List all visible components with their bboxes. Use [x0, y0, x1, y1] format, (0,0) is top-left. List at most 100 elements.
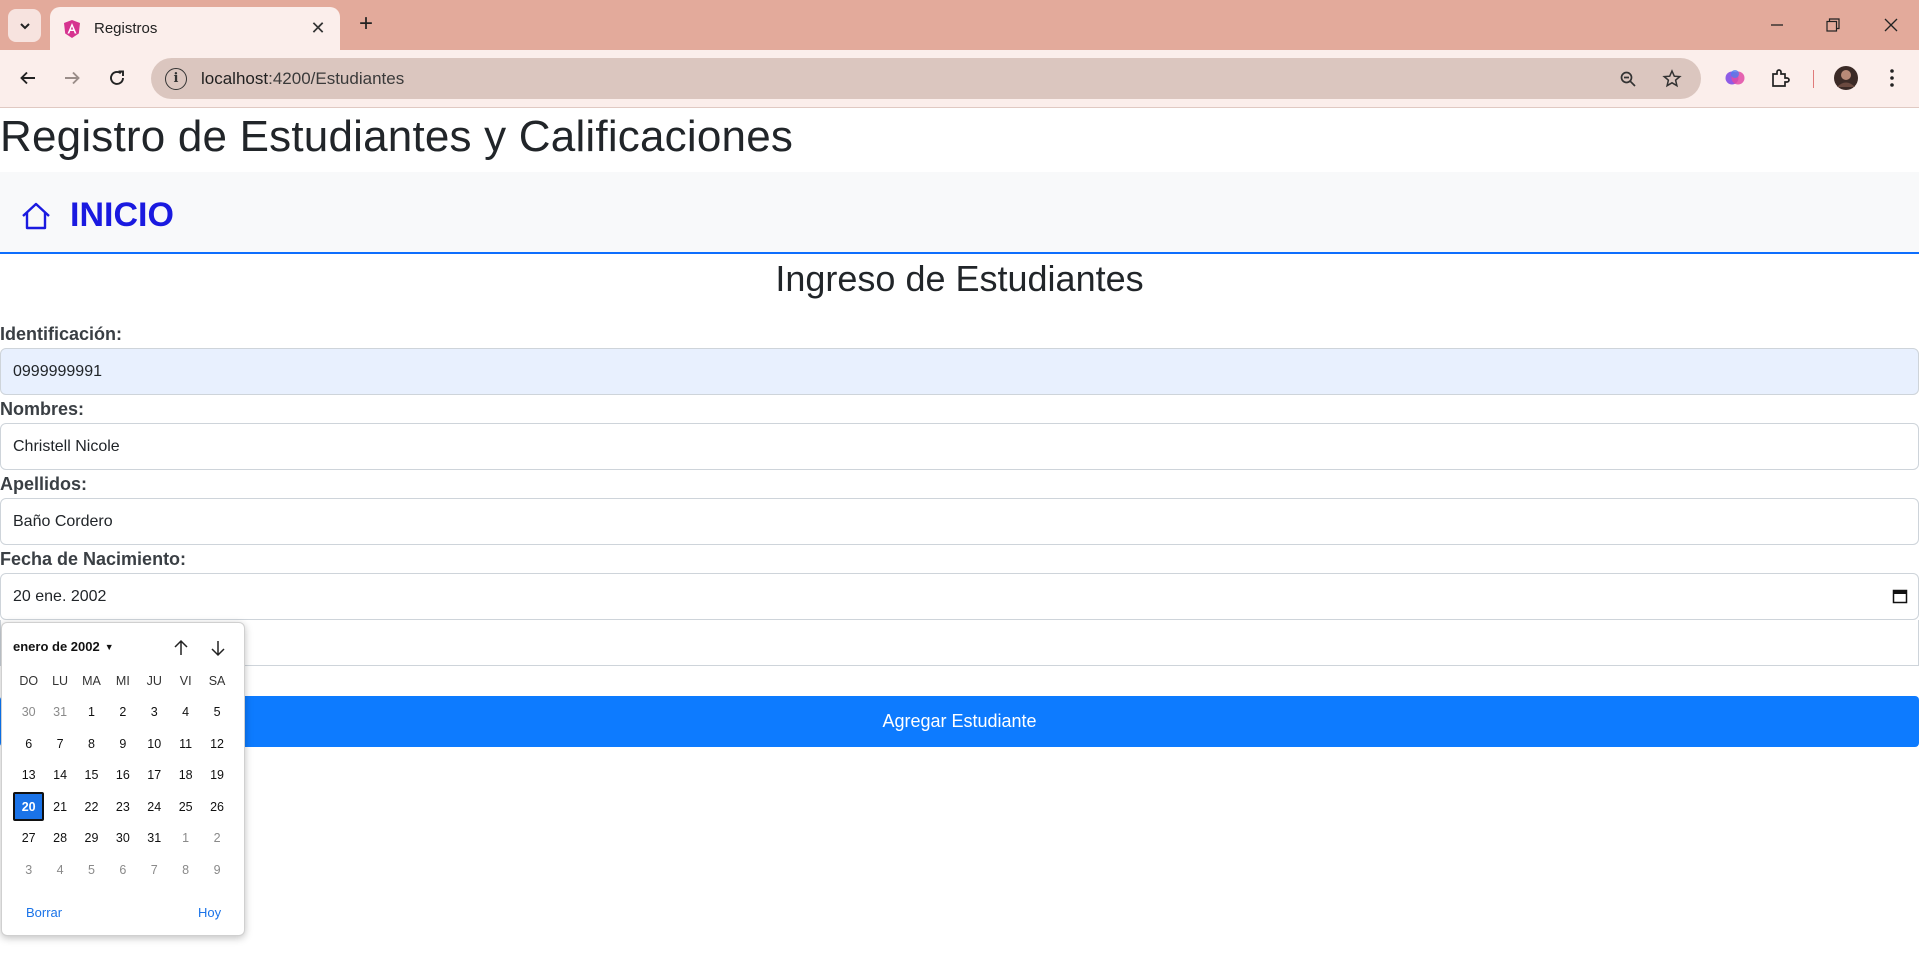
calendar-day[interactable]: 31 — [139, 824, 170, 853]
restore-icon[interactable] — [1810, 10, 1856, 40]
weekday-header: LU — [52, 673, 69, 688]
birthdate-input[interactable]: 20 ene. 2002 — [0, 573, 1919, 620]
calendar-day[interactable]: 8 — [170, 855, 201, 884]
calendar-day[interactable]: 11 — [170, 729, 201, 758]
date-picker-popup: enero de 2002 ▼ DO LU MA MI JU VI SA 30 31 1 2 3 4 5… — [1, 622, 245, 936]
weekday-header: VI — [179, 673, 192, 688]
site-info-icon[interactable]: i — [165, 67, 187, 90]
calendar-day[interactable]: 7 — [44, 729, 75, 758]
calendar-day[interactable]: 9 — [107, 729, 138, 758]
calendar-day[interactable]: 1 — [170, 824, 201, 853]
calendar-day[interactable]: 15 — [76, 761, 107, 790]
previous-month-arrow-icon[interactable] — [168, 635, 194, 661]
calendar-day[interactable]: 5 — [76, 855, 107, 884]
calendar-week-row: 13 14 15 16 17 18 19 — [13, 760, 233, 792]
lastnames-input[interactable]: Baño Cordero — [0, 498, 1919, 545]
page-title: Registro de Estudiantes y Calificaciones — [0, 112, 794, 161]
calendar-day[interactable]: 10 — [139, 729, 170, 758]
calendar-day[interactable]: 1 — [76, 698, 107, 727]
zoom-icon[interactable] — [1613, 64, 1643, 94]
birthdate-value: 20 ene. 2002 — [13, 587, 107, 605]
bookmark-star-icon[interactable] — [1657, 64, 1687, 94]
select-field[interactable] — [0, 620, 1919, 666]
calendar-day[interactable]: 31 — [44, 698, 75, 727]
calendar-day[interactable]: 12 — [201, 729, 232, 758]
weekday-header: MI — [115, 673, 130, 688]
calendar-day[interactable]: 18 — [170, 761, 201, 790]
browser-tab-bar: Registros ✕ + — [0, 0, 1919, 50]
address-bar[interactable]: i localhost:4200/Estudiantes — [151, 58, 1701, 99]
add-student-button[interactable]: Agregar Estudiante — [0, 696, 1919, 747]
calendar-day[interactable]: 14 — [44, 761, 75, 790]
navbar: INICIO — [0, 172, 1919, 254]
calendar-week-row: 6 7 8 9 10 11 12 — [13, 728, 233, 760]
calendar-day[interactable]: 8 — [76, 729, 107, 758]
next-month-arrow-icon[interactable] — [205, 635, 231, 661]
new-tab-icon[interactable]: + — [352, 11, 380, 39]
address-url[interactable]: localhost:4200/Estudiantes — [201, 69, 1613, 89]
calendar-day[interactable]: 28 — [44, 824, 75, 853]
month-year-label: enero de 2002 — [13, 639, 100, 654]
extension-brain-icon[interactable] — [1719, 62, 1751, 94]
calendar-day[interactable]: 13 — [13, 761, 44, 790]
nav-home-label: INICIO — [70, 196, 174, 234]
calendar-day[interactable]: 6 — [13, 729, 44, 758]
calendar-day[interactable]: 23 — [107, 792, 138, 821]
calendar-day[interactable]: 26 — [201, 792, 232, 821]
home-icon — [22, 202, 50, 229]
clear-date-button[interactable]: Borrar — [26, 905, 62, 920]
calendar-day[interactable]: 22 — [76, 792, 107, 821]
calendar-day[interactable]: 9 — [201, 855, 232, 884]
calendar-day[interactable]: 30 — [13, 698, 44, 727]
calendar-day[interactable]: 3 — [13, 855, 44, 884]
calendar-day[interactable]: 2 — [201, 824, 232, 853]
calendar-day[interactable]: 2 — [107, 698, 138, 727]
forward-arrow-icon[interactable] — [56, 62, 88, 94]
calendar-day[interactable]: 6 — [107, 855, 138, 884]
extensions-puzzle-icon[interactable] — [1764, 62, 1796, 94]
browser-tab[interactable]: Registros ✕ — [50, 7, 340, 50]
month-year-selector[interactable]: enero de 2002 ▼ — [13, 639, 114, 654]
weekday-header: SA — [208, 673, 226, 688]
section-title: Ingreso de Estudiantes — [775, 258, 1144, 299]
calendar-day[interactable]: 27 — [13, 824, 44, 853]
calendar-day[interactable]: 30 — [107, 824, 138, 853]
minimize-icon[interactable] — [1754, 10, 1800, 40]
calendar-week-row: 3456789 — [13, 854, 233, 886]
tab-close-icon[interactable]: ✕ — [308, 18, 328, 39]
id-input[interactable]: 0999999991 — [0, 348, 1919, 395]
calendar-day[interactable]: 19 — [201, 761, 232, 790]
names-input[interactable]: Christell Nicole — [0, 423, 1919, 470]
calendar-day[interactable]: 17 — [139, 761, 170, 790]
caret-down-icon: ▼ — [104, 641, 114, 652]
more-menu-icon[interactable] — [1876, 62, 1908, 94]
today-button[interactable]: Hoy — [198, 905, 221, 920]
profile-avatar[interactable] — [1830, 62, 1862, 94]
calendar-day[interactable]: 25 — [170, 792, 201, 821]
id-label: Identificación: — [0, 324, 123, 344]
calendar-day[interactable]: 16 — [107, 761, 138, 790]
calendar-day[interactable]: 3 — [139, 698, 170, 727]
calendar-day[interactable]: 24 — [139, 792, 170, 821]
reload-icon[interactable] — [101, 62, 133, 94]
calendar-grid: DO LU MA MI JU VI SA 30 31 1 2 3 4 5 6 7 8 9 10 11 12 13 14 15… — [13, 665, 233, 886]
calendar-day[interactable]: 4 — [170, 698, 201, 727]
calendar-day-selected[interactable]: 20 — [13, 792, 45, 822]
calendar-day[interactable]: 21 — [44, 792, 75, 821]
calendar-week-row: 27 28 29 30 31 1 2 — [13, 823, 233, 855]
calendar-day[interactable]: 4 — [44, 855, 75, 884]
calendar-day[interactable]: 7 — [139, 855, 170, 884]
calendar-icon[interactable] — [1892, 588, 1908, 604]
calendar-day[interactable]: 5 — [201, 698, 232, 727]
calendar-week-row: 30 31 1 2 3 4 5 — [13, 697, 233, 729]
close-window-icon[interactable] — [1868, 10, 1914, 40]
tab-search-button[interactable] — [8, 9, 41, 42]
url-host: localhost — [201, 68, 269, 88]
birthdate-label: Fecha de Nacimiento: — [0, 549, 187, 569]
nav-home-link[interactable]: INICIO — [20, 196, 174, 235]
weekday-header: MA — [82, 673, 101, 688]
lastnames-label: Apellidos: — [0, 474, 88, 494]
calendar-day[interactable]: 29 — [76, 824, 107, 853]
weekday-header: DO — [19, 673, 39, 688]
back-arrow-icon[interactable] — [12, 62, 44, 94]
